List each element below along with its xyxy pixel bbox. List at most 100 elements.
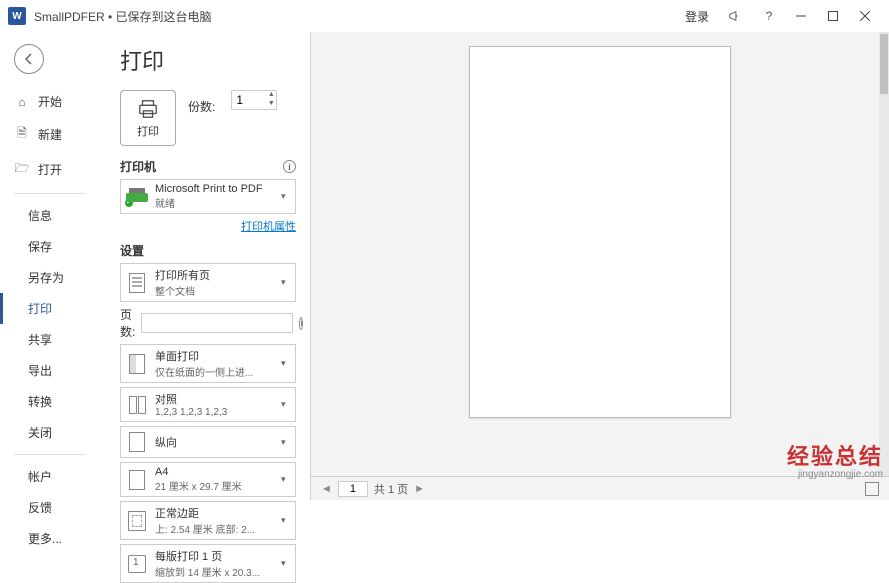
home-icon: ⌂ (14, 95, 30, 109)
sidebar-item-label: 导出 (28, 362, 52, 379)
dropdown-line1: 纵向 (155, 434, 277, 450)
page-side-icon (125, 352, 149, 376)
print-preview: ◄ 共 1 页 ► (310, 32, 889, 500)
sidebar-item-share[interactable]: 共享 (0, 324, 99, 355)
dropdown-line1: 单面打印 (155, 348, 277, 364)
print-panel: 打印 打印 份数: ▲ ▼ 打印机 i Micro (100, 32, 310, 500)
print-button[interactable]: 打印 (120, 90, 176, 146)
sidebar-item-feedback[interactable]: 反馈 (0, 492, 99, 523)
dropdown-line2: 整个文档 (155, 283, 277, 298)
sidebar-item-save[interactable]: 保存 (0, 231, 99, 262)
dropdown-line2: 缩放到 14 厘米 x 20.3... (155, 564, 277, 579)
sidebar-item-home[interactable]: ⌂ 开始 (0, 86, 99, 117)
maximize-button[interactable] (817, 0, 849, 32)
copies-spin-down[interactable]: ▼ (266, 100, 276, 109)
sidebar-item-label: 开始 (38, 93, 62, 110)
open-icon: 🗁 (14, 159, 30, 180)
sidebar-item-transform[interactable]: 转换 (0, 386, 99, 417)
dropdown-line2: 1,2,3 1,2,3 1,2,3 (155, 407, 277, 418)
next-page-button[interactable]: ► (414, 483, 425, 495)
chevron-down-icon: ▾ (281, 277, 291, 288)
print-scope-dropdown[interactable]: 打印所有页 整个文档 ▾ (120, 263, 296, 302)
close-button[interactable] (849, 0, 881, 32)
info-icon[interactable]: i (283, 160, 296, 173)
dropdown-line1: A4 (155, 466, 277, 478)
sidebar-item-open[interactable]: 🗁 打开 (0, 152, 99, 187)
page-icon (125, 271, 149, 295)
sidebar-item-new[interactable]: 🗎 新建 (0, 117, 99, 152)
dropdown-line2: 上: 2.54 厘米 底部: 2... (155, 521, 277, 536)
sidebar-item-label: 帐户 (28, 468, 52, 485)
sidebar-item-saveas[interactable]: 另存为 (0, 262, 99, 293)
sidebar-item-label: 保存 (28, 238, 52, 255)
printer-dropdown[interactable]: Microsoft Print to PDF 就绪 ▾ (120, 179, 296, 214)
title-bar: W SmallPDFER • 已保存到这台电脑 登录 ? (0, 0, 889, 32)
sidebar-item-label: 反馈 (28, 499, 52, 516)
megaphone-icon[interactable] (727, 8, 743, 24)
printer-status: 就绪 (155, 195, 277, 210)
login-link[interactable]: 登录 (685, 8, 709, 25)
chevron-down-icon: ▾ (281, 399, 291, 410)
paper-size-dropdown[interactable]: A4 21 厘米 x 29.7 厘米 ▾ (120, 462, 296, 497)
preview-page (469, 46, 731, 418)
watermark-text: 经验总结 (787, 439, 883, 471)
collate-dropdown[interactable]: 对照 1,2,3 1,2,3 1,2,3 ▾ (120, 387, 296, 422)
chevron-down-icon: ▾ (281, 474, 291, 485)
chevron-down-icon: ▾ (281, 437, 291, 448)
sidebar-item-info[interactable]: 信息 (0, 200, 99, 231)
new-icon: 🗎 (14, 124, 30, 145)
printer-properties-link[interactable]: 打印机属性 (120, 218, 296, 234)
sidebar-item-label: 信息 (28, 207, 52, 224)
sidebar-item-label: 共享 (28, 331, 52, 348)
sidebar-item-print[interactable]: 打印 (0, 293, 99, 324)
prev-page-button[interactable]: ◄ (321, 483, 332, 495)
printer-icon (137, 98, 159, 120)
copies-spin-up[interactable]: ▲ (266, 91, 276, 100)
info-icon[interactable]: i (299, 317, 303, 330)
watermark: 经验总结 jingyanzongjie.com (787, 439, 883, 480)
sidebar-item-close[interactable]: 关闭 (0, 417, 99, 448)
pages-per-sheet-dropdown[interactable]: 每版打印 1 页 缩放到 14 厘米 x 20.3... ▾ (120, 544, 296, 583)
portrait-icon (125, 430, 149, 454)
chevron-down-icon: ▾ (281, 358, 291, 369)
dropdown-line2: 21 厘米 x 29.7 厘米 (155, 478, 277, 493)
sidebar-item-more[interactable]: 更多... (0, 523, 99, 554)
sidebar-item-label: 更多... (28, 530, 62, 547)
pages-label: 页数: (120, 306, 135, 340)
watermark-url: jingyanzongjie.com (787, 469, 883, 480)
printer-name: Microsoft Print to PDF (155, 183, 277, 195)
document-title: SmallPDFER • 已保存到这台电脑 (34, 8, 212, 25)
printer-section-header: 打印机 (120, 158, 156, 175)
sidebar-item-label: 打开 (38, 161, 62, 178)
collate-icon (125, 393, 149, 417)
dropdown-line1: 每版打印 1 页 (155, 548, 277, 564)
print-button-label: 打印 (137, 123, 159, 139)
sidebar-item-label: 打印 (28, 300, 52, 317)
help-icon[interactable]: ? (761, 8, 777, 24)
minimize-button[interactable] (785, 0, 817, 32)
page-total-label: 共 1 页 (374, 481, 408, 497)
page-number-input[interactable] (338, 481, 368, 497)
margins-dropdown[interactable]: 正常边距 上: 2.54 厘米 底部: 2... ▾ (120, 501, 296, 540)
copies-label: 份数: (188, 98, 215, 115)
pages-per-sheet-icon (125, 552, 149, 576)
sidebar-item-label: 新建 (38, 126, 62, 143)
dropdown-line1: 打印所有页 (155, 267, 277, 283)
sidebar-item-label: 关闭 (28, 424, 52, 441)
chevron-down-icon: ▾ (281, 558, 291, 569)
sidebar-divider (14, 193, 85, 194)
back-button[interactable] (14, 44, 44, 74)
page-title: 打印 (120, 44, 296, 76)
sidebar-item-export[interactable]: 导出 (0, 355, 99, 386)
preview-scrollbar[interactable] (879, 32, 889, 476)
sidebar-item-account[interactable]: 帐户 (0, 461, 99, 492)
sidebar-divider (14, 454, 85, 455)
sidebar-item-label: 另存为 (28, 269, 64, 286)
orientation-dropdown[interactable]: 纵向 ▾ (120, 426, 296, 458)
pages-input[interactable] (141, 313, 293, 333)
settings-section-header: 设置 (120, 242, 144, 259)
sides-dropdown[interactable]: 单面打印 仅在纸面的一侧上进... ▾ (120, 344, 296, 383)
chevron-down-icon: ▾ (281, 515, 291, 526)
backstage-sidebar: ⌂ 开始 🗎 新建 🗁 打开 信息 保存 另存为 打印 共享 导出 转换 关闭 … (0, 32, 100, 500)
zoom-fit-button[interactable] (865, 482, 879, 496)
